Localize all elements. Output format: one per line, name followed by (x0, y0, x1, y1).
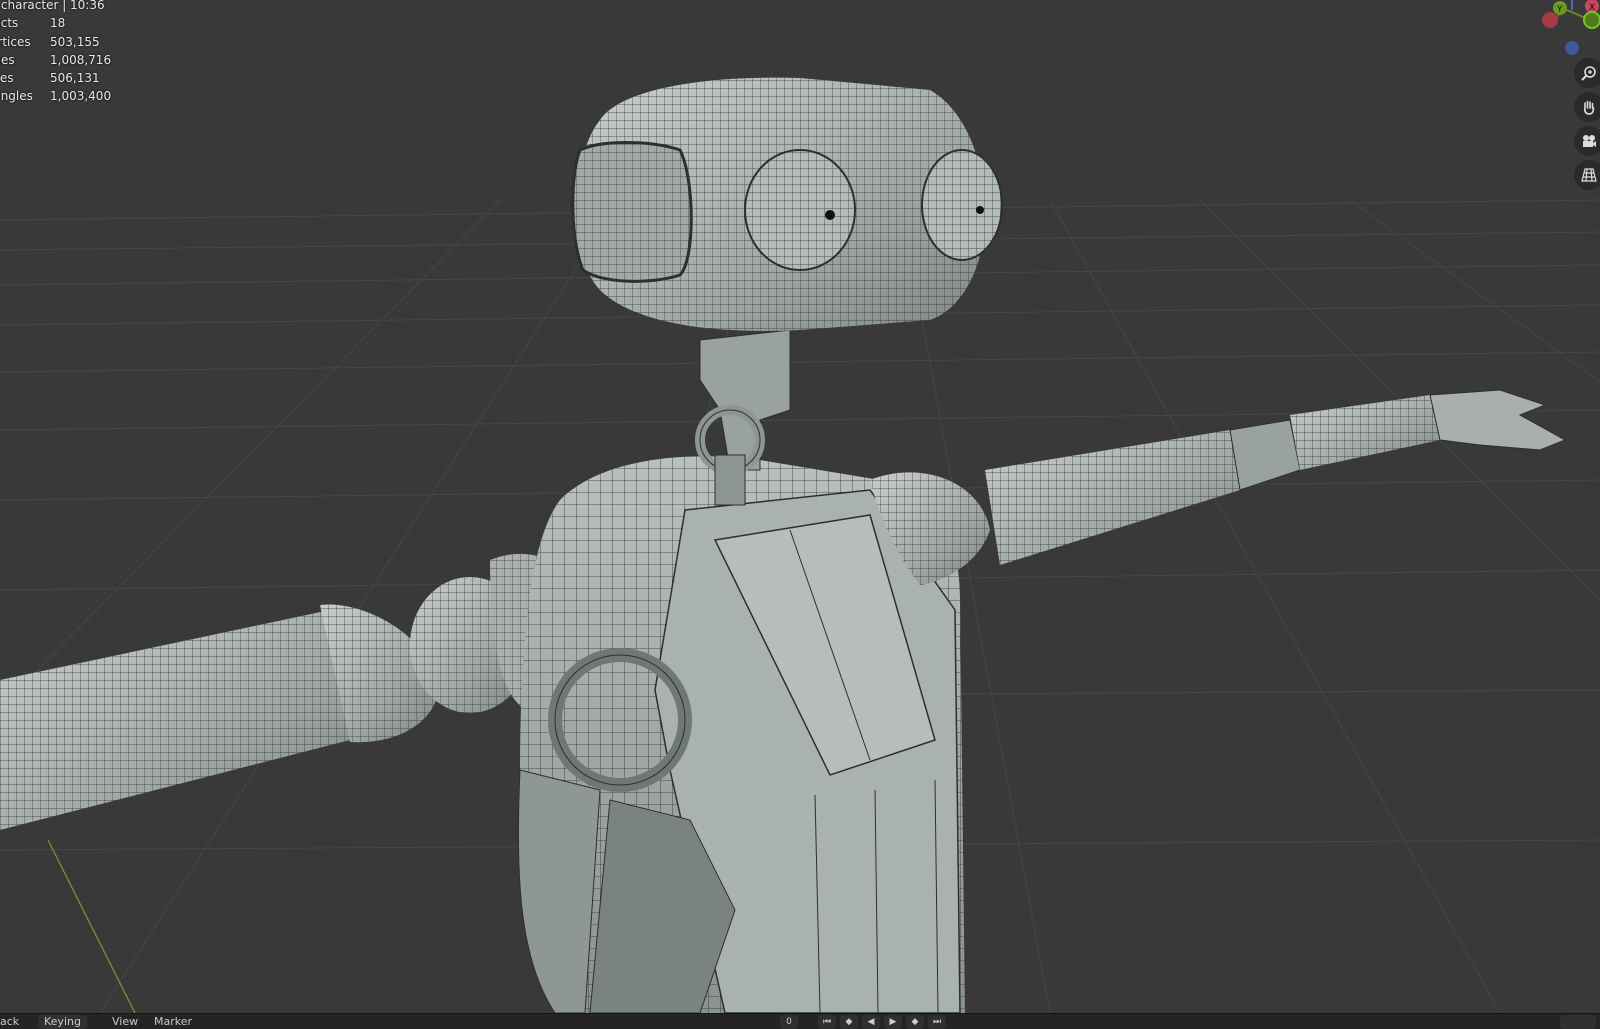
stat-value: 18 (50, 16, 66, 31)
jump-start-icon[interactable]: ⏮ (818, 1015, 836, 1029)
timeline-menu-view[interactable]: View (106, 1015, 144, 1029)
camera-icon (1583, 135, 1596, 147)
camera-view-button[interactable] (1574, 126, 1600, 156)
y-axis-line (47, 839, 136, 1013)
timeline-menu-keying[interactable]: Keying (38, 1015, 87, 1029)
stat-value: 506,131 (50, 71, 100, 86)
stat-label: ices (0, 71, 14, 86)
viewport-title: y character | 10:36 (0, 0, 105, 12)
timeline-options-button[interactable] (1560, 1015, 1596, 1029)
timeline-header: ack Keying View Marker 0 ⏮ ◆ ◀ ▶ ◆ ⏭ (0, 1013, 1600, 1029)
axis-neg-z-icon[interactable] (1565, 41, 1579, 55)
grid-perspective-icon (1581, 168, 1597, 182)
stat-value: 1,008,716 (50, 52, 112, 67)
stat-row-faces: ices 506,131 (0, 69, 111, 87)
navigation-gizmo[interactable]: Y X (1520, 0, 1600, 60)
timeline-menu-playback[interactable]: ack (0, 1015, 25, 1029)
prev-keyframe-icon[interactable]: ◆ (840, 1015, 858, 1029)
stat-row-objects: jects 18 (0, 14, 111, 32)
left-arm (0, 553, 590, 830)
axis-neg-x-icon[interactable] (1542, 12, 1558, 28)
play-icon[interactable]: ▶ (884, 1015, 902, 1029)
3d-viewport[interactable]: y character | 10:36 jects 18 ertices 503,1… (0, 0, 1600, 1013)
axis-neg-y-icon[interactable] (1583, 11, 1600, 29)
zoom-icon (1581, 66, 1596, 81)
pan-button[interactable] (1574, 92, 1600, 122)
stat-value: 503,155 (50, 34, 100, 49)
next-keyframe-icon[interactable]: ◆ (906, 1015, 924, 1029)
perspective-toggle-button[interactable] (1574, 160, 1600, 190)
current-frame-field[interactable]: 0 (780, 1015, 798, 1029)
stat-label: lges (0, 52, 15, 67)
axis-y-label: Y (1556, 5, 1563, 15)
playback-controls: 0 ⏮ ◆ ◀ ▶ ◆ ⏭ (780, 1015, 946, 1029)
stat-row-triangles: iangles 1,003,400 (0, 87, 111, 105)
timeline-menu-marker[interactable]: Marker (148, 1015, 198, 1029)
stat-label: iangles (0, 89, 33, 104)
viewport-nav-buttons (1574, 58, 1600, 194)
scene-render (0, 77, 1600, 1013)
viewport-stats-overlay: y character | 10:36 jects 18 ertices 503,1… (0, 0, 111, 106)
stat-label: ertices (0, 34, 31, 49)
jump-end-icon[interactable]: ⏭ (928, 1015, 946, 1029)
head (571, 77, 1003, 331)
stat-label: jects (0, 16, 19, 31)
zoom-button[interactable] (1574, 58, 1600, 88)
stat-row-edges: lges 1,008,716 (0, 51, 111, 69)
stat-row-vertices: ertices 503,155 (0, 33, 111, 51)
hand-pan-icon (1583, 100, 1595, 115)
stat-value: 1,003,400 (50, 89, 112, 104)
play-reverse-icon[interactable]: ◀ (862, 1015, 880, 1029)
